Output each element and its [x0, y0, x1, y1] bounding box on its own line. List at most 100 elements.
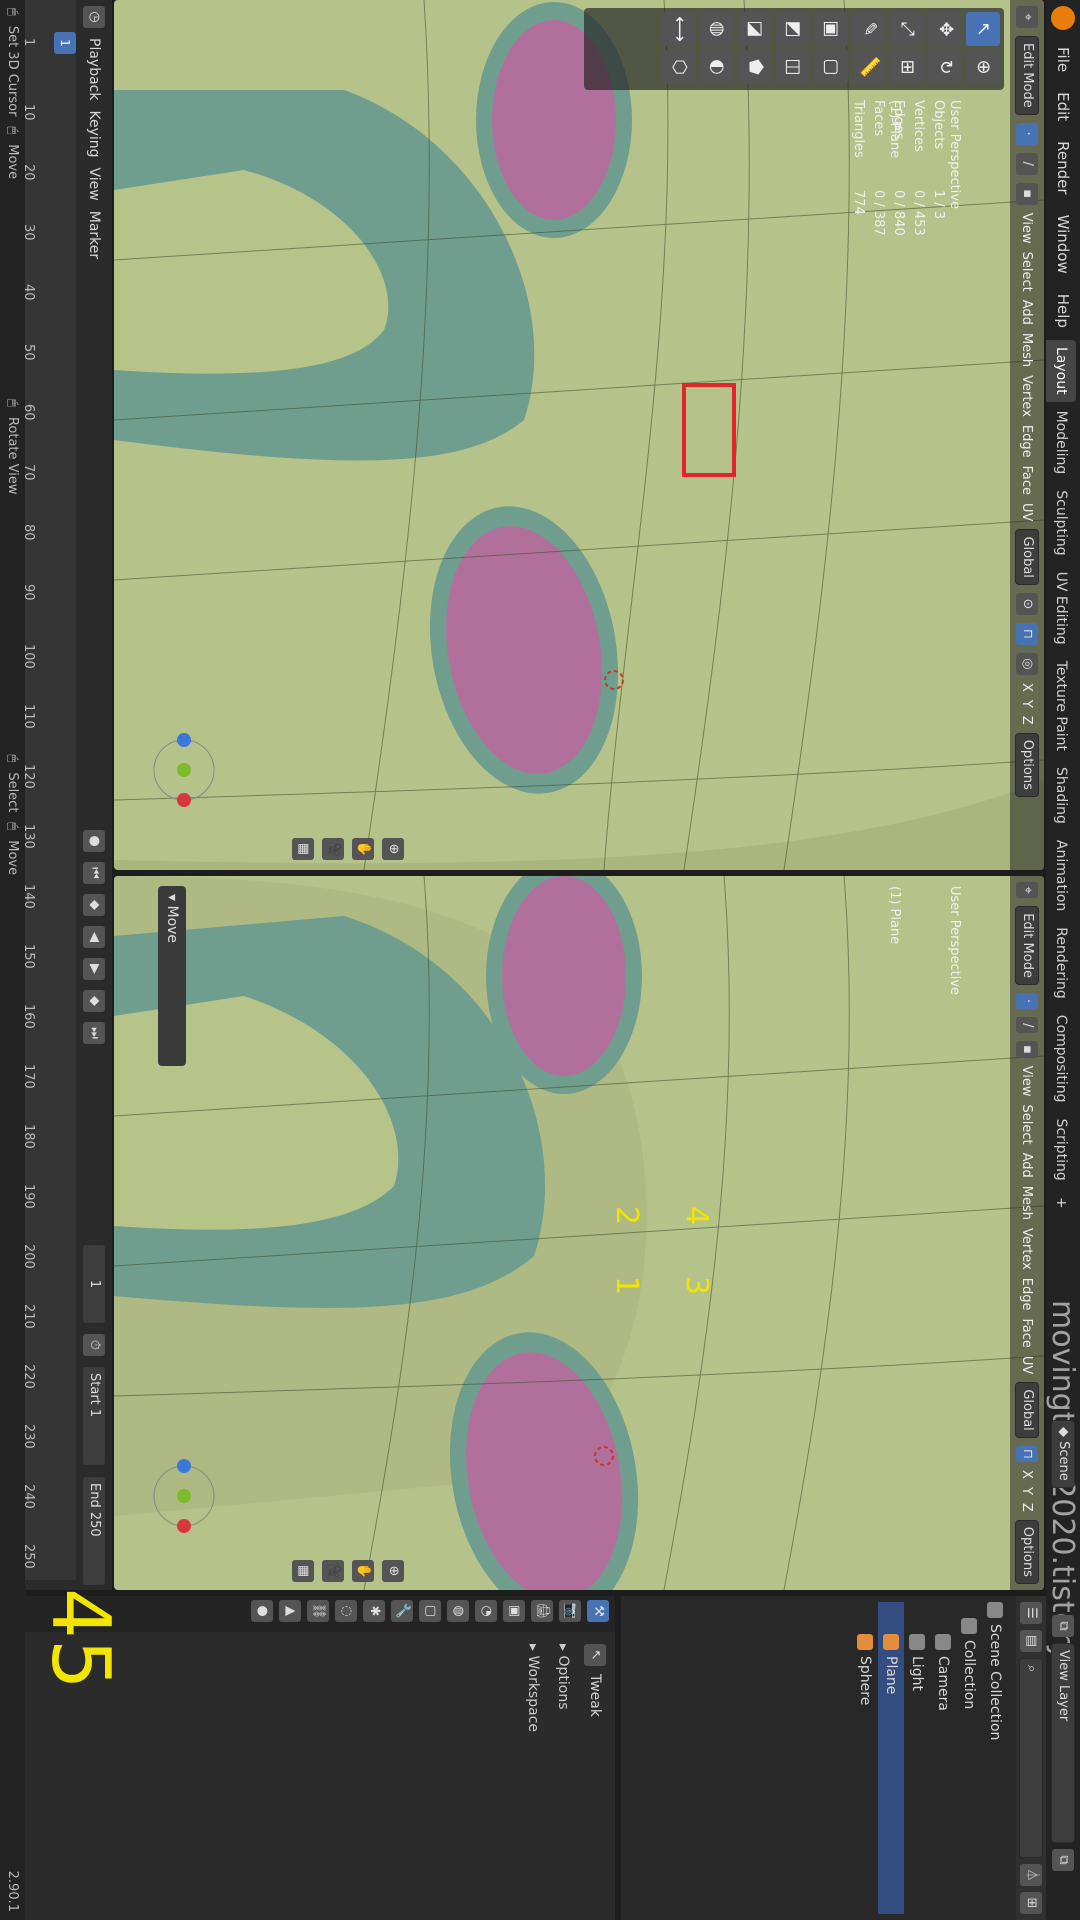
header-menu-edge[interactable]: Edge	[1020, 425, 1035, 458]
move-operator-panel[interactable]: ▾ Move	[158, 886, 186, 1066]
select-box-icon[interactable]: ↖	[966, 12, 1000, 46]
scene-properties-icon[interactable]: ◔	[475, 1600, 497, 1622]
jump-start-icon[interactable]: ⏮	[83, 862, 105, 884]
preview-range-icon[interactable]: ⏱	[83, 1334, 105, 1356]
outliner-search-input[interactable]: ⌕	[1019, 1658, 1043, 1858]
tab-animation[interactable]: Animation	[1046, 833, 1076, 918]
header-menu-mesh[interactable]: Mesh	[1020, 333, 1035, 367]
prev-key-icon[interactable]: ◆	[83, 894, 105, 916]
mode-selector[interactable]: Edit Mode	[1015, 906, 1039, 985]
move-icon[interactable]: ✥	[928, 12, 962, 46]
tab-layout[interactable]: Layout	[1046, 340, 1076, 402]
section-options[interactable]: ▸ Options	[555, 1644, 571, 1710]
axis-z[interactable]: Z	[1020, 716, 1035, 725]
blender-logo-icon[interactable]	[1051, 6, 1075, 30]
filter-icon[interactable]: ⏃	[1020, 1864, 1042, 1886]
outliner-row[interactable]: Light	[904, 1602, 930, 1914]
camera-view-icon[interactable]: 🎥	[322, 1560, 344, 1582]
zoom-icon[interactable]: ⊕	[382, 838, 404, 860]
axis-x[interactable]: X	[1020, 683, 1035, 692]
timeline-menu-marker[interactable]: Marker	[86, 211, 102, 259]
edge-select-icon[interactable]: /	[1016, 152, 1038, 175]
zoom-icon[interactable]: ⊕	[382, 1560, 404, 1582]
particles-properties-icon[interactable]: ✱	[363, 1600, 385, 1622]
smooth-icon[interactable]: ◐	[700, 50, 734, 84]
loop-cut-icon[interactable]: ◫	[776, 50, 810, 84]
inset-icon[interactable]: ▢	[814, 50, 848, 84]
timeline-menu-view[interactable]: View	[86, 168, 102, 201]
end-frame-field[interactable]: End 250	[82, 1476, 106, 1586]
constraints-properties-icon[interactable]: ⛓	[307, 1600, 329, 1622]
tab-sculpting[interactable]: Sculpting	[1046, 483, 1076, 562]
spin-icon[interactable]: ◍	[700, 12, 734, 46]
header-menu-mesh[interactable]: Mesh	[1020, 1186, 1035, 1220]
camera-view-icon[interactable]: 🎥	[322, 838, 344, 860]
snap-icon[interactable]: ⊓	[1016, 1445, 1038, 1463]
header-menu-vertex[interactable]: Vertex	[1020, 375, 1035, 417]
edge-slide-icon[interactable]: ⟷	[662, 12, 696, 46]
tool-properties-icon[interactable]: ⚒	[587, 1600, 609, 1622]
tab-rendering[interactable]: Rendering	[1046, 920, 1076, 1006]
section-workspace[interactable]: ▸ Workspace	[525, 1644, 541, 1732]
tab-compositing[interactable]: Compositing	[1046, 1008, 1076, 1110]
header-menu-view[interactable]: View	[1020, 1066, 1035, 1097]
annotate-icon[interactable]: ✎	[852, 12, 886, 46]
face-select-icon[interactable]: ▪	[1016, 1041, 1038, 1058]
shrink-icon[interactable]: ⬡	[662, 50, 696, 84]
play-reverse-icon[interactable]: ◀	[83, 926, 105, 948]
edge-select-icon[interactable]: /	[1016, 1017, 1038, 1034]
editor-type-icon[interactable]: ⌖	[1016, 882, 1038, 899]
pan-icon[interactable]: ✋	[352, 1560, 374, 1582]
rotate-icon[interactable]: ↻	[928, 50, 962, 84]
current-frame-field[interactable]: 1	[82, 1244, 106, 1324]
header-menu-face[interactable]: Face	[1020, 1319, 1035, 1348]
physics-properties-icon[interactable]: ◌	[335, 1600, 357, 1622]
header-menu-face[interactable]: Face	[1020, 466, 1035, 495]
output-properties-icon[interactable]: 🖨	[531, 1600, 553, 1622]
outliner-row[interactable]: Collection	[956, 1602, 982, 1914]
poly-build-icon[interactable]: ⬟	[738, 50, 772, 84]
menu-window[interactable]: Window	[1054, 206, 1072, 283]
header-menu-view[interactable]: View	[1020, 213, 1035, 244]
object-properties-icon[interactable]: ▢	[419, 1600, 441, 1622]
display-mode-icon[interactable]: ▤	[1020, 1630, 1042, 1652]
header-menu-add[interactable]: Add	[1020, 300, 1035, 325]
new-scene-icon[interactable]: ⧉	[1052, 1615, 1074, 1637]
render-properties-icon[interactable]: 📷	[559, 1600, 581, 1622]
knife-icon[interactable]: ◪	[738, 12, 772, 46]
outliner-row[interactable]: Plane	[878, 1602, 904, 1914]
perspective-toggle-icon[interactable]: ▦	[292, 1560, 314, 1582]
timeline-editor-icon[interactable]: ◷	[83, 6, 105, 28]
orientation-selector[interactable]: Global	[1015, 529, 1039, 585]
face-select-icon[interactable]: ▪	[1016, 182, 1038, 205]
tab-uv-editing[interactable]: UV Editing	[1046, 565, 1076, 652]
tab-modeling[interactable]: Modeling	[1046, 404, 1076, 482]
playhead[interactable]: 1	[54, 32, 76, 54]
data-properties-icon[interactable]: ▲	[279, 1600, 301, 1622]
tab-shading[interactable]: Shading	[1046, 760, 1076, 831]
extrude-icon[interactable]: ▣	[814, 12, 848, 46]
tab-scripting[interactable]: Scripting	[1046, 1112, 1076, 1188]
pivot-icon[interactable]: ⊙	[1016, 592, 1038, 615]
header-menu-select[interactable]: Select	[1020, 1104, 1035, 1144]
cursor-icon[interactable]: ⊕	[966, 50, 1000, 84]
jump-end-icon[interactable]: ⏭	[83, 1022, 105, 1044]
next-key-icon[interactable]: ◆	[83, 990, 105, 1012]
perspective-toggle-icon[interactable]: ▦	[292, 838, 314, 860]
outliner-editor-icon[interactable]: ☰	[1020, 1602, 1042, 1624]
mode-selector[interactable]: Edit Mode	[1015, 36, 1039, 115]
header-menu-uv[interactable]: UV	[1020, 503, 1035, 521]
orientation-selector[interactable]: Global	[1015, 1382, 1039, 1438]
timeline-menu-keying[interactable]: Keying	[86, 110, 102, 157]
header-menu-uv[interactable]: UV	[1020, 1356, 1035, 1374]
pan-icon[interactable]: ✋	[352, 838, 374, 860]
start-frame-field[interactable]: Start 1	[82, 1366, 106, 1466]
viewport-right[interactable]: 4 2 3 1 ⌖ Edit Mode · / ▪ View Select Ad…	[114, 876, 1044, 1590]
view-layer-properties-icon[interactable]: ▣	[503, 1600, 525, 1622]
options-button[interactable]: Options	[1015, 732, 1039, 797]
axis-x[interactable]: X	[1020, 1470, 1035, 1479]
menu-help[interactable]: Help	[1054, 285, 1072, 337]
menu-file[interactable]: File	[1054, 38, 1072, 81]
axis-y[interactable]: Y	[1020, 1487, 1035, 1495]
tab-texture-paint[interactable]: Texture Paint	[1046, 654, 1076, 758]
